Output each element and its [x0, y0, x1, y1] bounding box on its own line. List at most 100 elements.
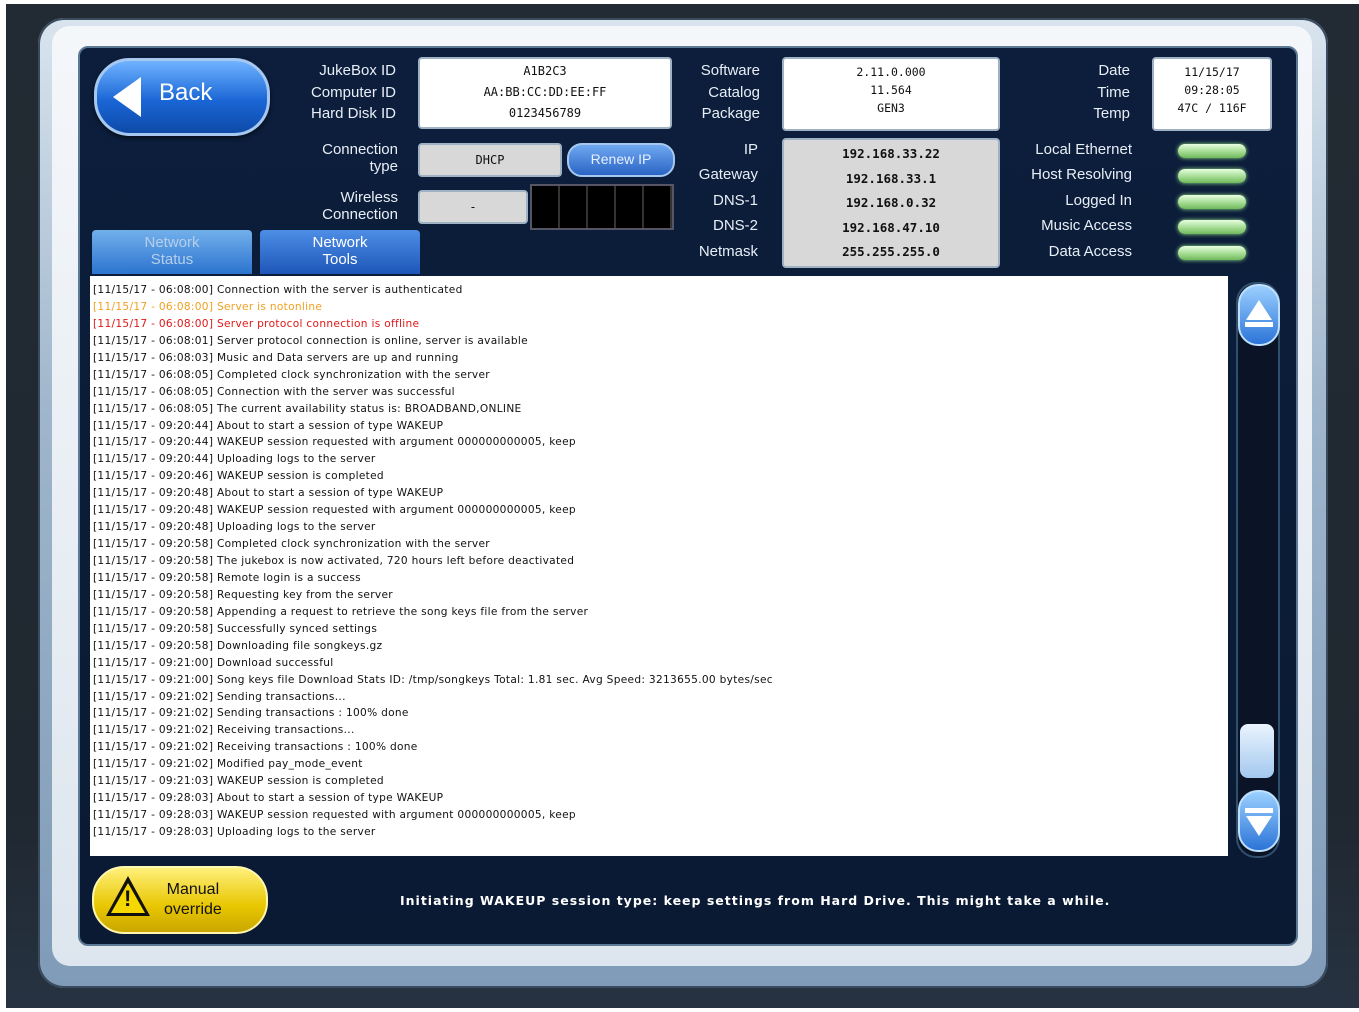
tab-network-tools[interactable]: Network Tools: [260, 230, 420, 274]
wireless-connection-value: -: [418, 190, 528, 224]
catalog-label: Catalog: [708, 84, 760, 101]
log-line: [11/15/17 - 06:08:03] Music and Data ser…: [93, 351, 459, 364]
date-values-box: 11/15/17 09:28:05 47C / 116F: [1152, 57, 1272, 131]
jukebox-id-value: A1B2C3: [523, 64, 567, 78]
connection-type-label-line2: type: [369, 158, 398, 176]
log-line: [11/15/17 - 06:08:00] Connection with th…: [93, 284, 463, 296]
local-ethernet-indicator: [1178, 144, 1246, 158]
log-line: [11/15/17 - 09:20:44] WAKEUP session req…: [93, 436, 576, 449]
log-line: [11/15/17 - 09:21:02] Receiving transact…: [93, 741, 418, 754]
music-access-label: Music Access: [1041, 217, 1132, 234]
log-line: [11/15/17 - 06:08:05] Connection with th…: [93, 385, 455, 398]
left-arrow-icon: [113, 77, 141, 117]
wireless-label-line2: Connection: [322, 206, 398, 224]
log-line: [11/15/17 - 09:20:48] Uploading logs to …: [93, 521, 376, 534]
back-label: Back: [159, 79, 213, 106]
log-line: [11/15/17 - 06:08:05] Completed clock sy…: [93, 368, 490, 381]
scrollbar-thumb[interactable]: [1240, 724, 1274, 778]
hard-disk-id-label: Hard Disk ID: [310, 105, 396, 122]
up-arrow-icon: [1245, 300, 1273, 327]
tab-network-tools-line1: Network: [312, 234, 368, 251]
wireless-label-line1: Wireless: [340, 189, 398, 206]
log-line: [11/15/17 - 09:20:58] Downloading file s…: [93, 639, 383, 652]
renew-ip-button[interactable]: Renew IP: [567, 143, 675, 177]
wireless-connection-label: Wireless Connection: [296, 189, 398, 224]
tab-network-status-line2: Status: [150, 251, 194, 268]
dns1-value: 192.168.0.32: [845, 195, 937, 210]
data-access-label: Data Access: [1048, 243, 1132, 260]
log-line: [11/15/17 - 09:28:03] WAKEUP session req…: [93, 809, 576, 822]
netmask-label: Netmask: [698, 243, 758, 260]
jukebox-id-label: JukeBox ID: [319, 62, 396, 79]
log-line: [11/15/17 - 06:08:00] Server is notonlin…: [93, 300, 323, 313]
ip-label: IP: [743, 141, 758, 158]
manual-override-line1: Manual: [166, 881, 220, 898]
host-resolving-label: Host Resolving: [1031, 166, 1132, 183]
log-line: [11/15/17 - 06:08:00] Server protocol co…: [93, 317, 420, 330]
connection-type-label: Connection type: [296, 141, 398, 176]
log-line: [11/15/17 - 06:08:01] Server protocol co…: [93, 334, 528, 347]
dns1-label: DNS-1: [712, 192, 758, 209]
temp-label: Temp: [1093, 105, 1130, 122]
manual-override-line2: override: [164, 901, 222, 918]
logged-in-indicator: [1178, 195, 1246, 209]
warning-exclamation: !: [124, 886, 132, 911]
id-values-box: A1B2C3 AA:BB:CC:DD:EE:FF 0123456789: [418, 57, 672, 129]
connection-type-label-line1: Connection: [322, 141, 398, 158]
software-value: 2.11.0.000: [856, 65, 926, 79]
music-access-indicator: [1178, 220, 1246, 234]
tab-network-status[interactable]: Network Status: [92, 230, 252, 274]
log-line: [11/15/17 - 09:21:02] Receiving transact…: [93, 724, 355, 737]
log-line: [11/15/17 - 06:08:05] The current availa…: [93, 402, 522, 415]
tab-network-status-line1: Network: [144, 234, 200, 251]
log-line: [11/15/17 - 09:20:48] WAKEUP session req…: [93, 504, 576, 517]
date-value: 11/15/17: [1184, 65, 1240, 79]
data-access-indicator: [1178, 246, 1246, 260]
log-line: [11/15/17 - 09:20:58] The jukebox is now…: [93, 555, 575, 567]
down-arrow-icon: [1245, 808, 1273, 836]
tab-network-tools-line2: Tools: [322, 251, 358, 268]
ip-value: 192.168.33.22: [842, 146, 940, 161]
gateway-label: Gateway: [698, 166, 758, 183]
host-resolving-indicator: [1178, 169, 1246, 183]
log-line: [11/15/17 - 09:28:03] Uploading logs to …: [93, 826, 376, 838]
log-line: [11/15/17 - 09:20:46] WAKEUP session is …: [93, 470, 384, 483]
time-value: 09:28:05: [1184, 83, 1240, 97]
network-values-box: 192.168.33.22 192.168.33.1 192.168.0.32 …: [782, 138, 1000, 268]
scroll-down-button[interactable]: [1238, 790, 1280, 852]
log-line: [11/15/17 - 09:28:03] About to start a s…: [93, 792, 444, 805]
back-button[interactable]: Back: [94, 58, 270, 136]
dns2-label: DNS-2: [712, 217, 758, 234]
netmask-value: 255.255.255.0: [842, 244, 940, 259]
manual-override-label: Manual override: [164, 880, 222, 920]
time-label: Time: [1097, 84, 1130, 101]
package-value: GEN3: [877, 101, 905, 115]
local-ethernet-label: Local Ethernet: [1035, 141, 1132, 158]
date-label: Date: [1098, 62, 1130, 79]
status-message: Initiating WAKEUP session type: keep set…: [400, 893, 1111, 908]
log-line: [11/15/17 - 09:21:00] Song keys file Dow…: [93, 673, 773, 686]
log-line: [11/15/17 - 09:20:58] Successfully synce…: [93, 622, 378, 635]
hard-disk-id-value: 0123456789: [508, 106, 582, 120]
log-line: [11/15/17 - 09:21:03] WAKEUP session is …: [93, 775, 384, 788]
log-line: [11/15/17 - 09:20:44] Uploading logs to …: [93, 453, 376, 466]
manual-override-button[interactable]: ! Manual override: [92, 866, 268, 934]
scroll-up-button[interactable]: [1238, 284, 1280, 346]
log-line: [11/15/17 - 09:20:58] Requesting key fro…: [93, 588, 393, 601]
software-label: Software: [700, 62, 760, 79]
log-line: [11/15/17 - 09:20:58] Remote login is a …: [93, 571, 361, 584]
log-line: [11/15/17 - 09:20:58] Completed clock sy…: [93, 538, 490, 551]
log-line: [11/15/17 - 09:20:58] Appending a reques…: [93, 605, 589, 618]
log-panel[interactable]: [11/15/17 - 06:08:00] Connection with th…: [90, 276, 1228, 856]
log-line: [11/15/17 - 09:21:02] Sending transactio…: [93, 707, 409, 720]
gateway-value: 192.168.33.1: [845, 170, 937, 186]
catalog-value: 11.564: [870, 83, 912, 97]
dns2-value: 192.168.47.10: [842, 219, 940, 235]
computer-id-value: AA:BB:CC:DD:EE:FF: [483, 85, 607, 99]
temp-value: 47C / 116F: [1177, 101, 1247, 115]
logged-in-label: Logged In: [1065, 192, 1132, 209]
computer-id-label: Computer ID: [310, 84, 396, 101]
package-label: Package: [701, 105, 760, 122]
log-line: [11/15/17 - 09:21:00] Download successfu…: [93, 656, 334, 669]
log-line: [11/15/17 - 09:21:02] Modified pay_mode_…: [93, 758, 363, 771]
